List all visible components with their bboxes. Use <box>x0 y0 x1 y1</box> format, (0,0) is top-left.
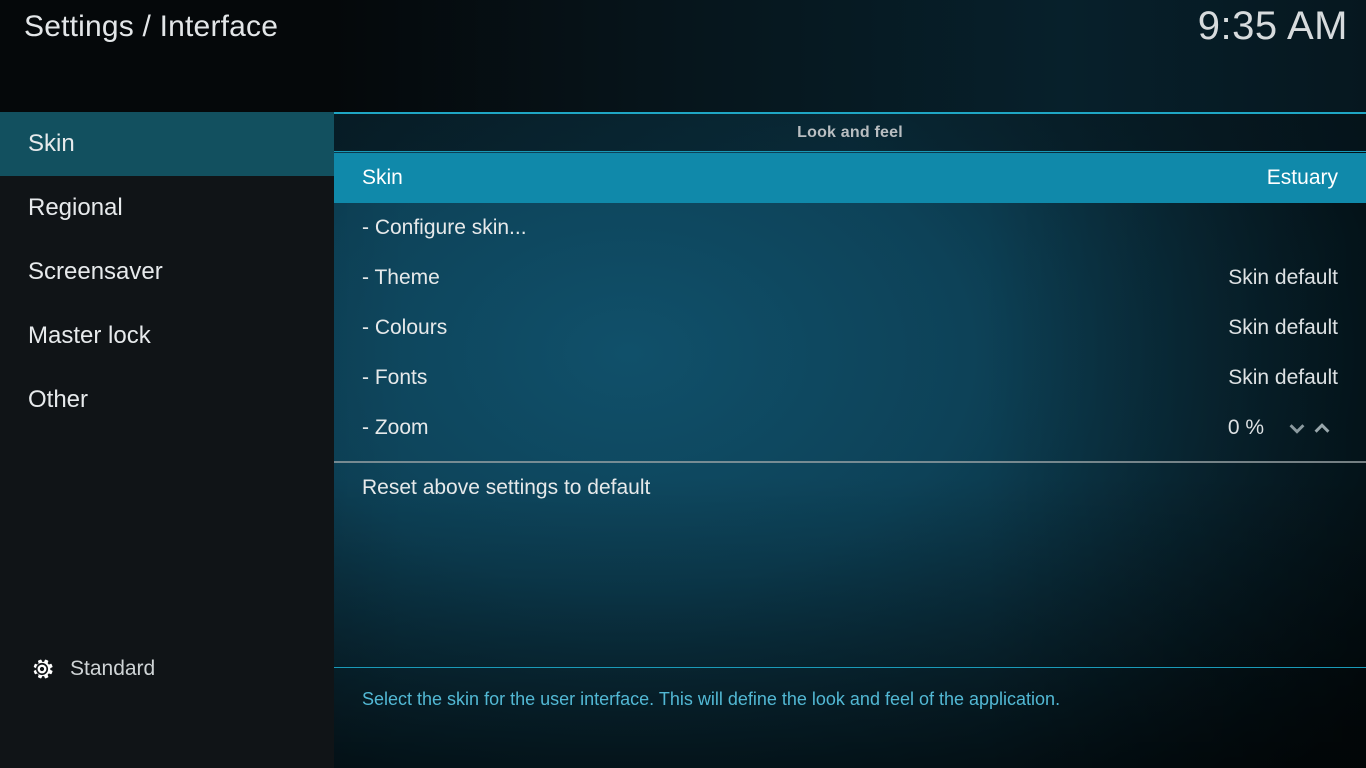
help-divider <box>334 667 1366 668</box>
sidebar-item-regional[interactable]: Regional <box>0 176 334 240</box>
zoom-spinner <box>1286 417 1338 439</box>
setting-label: - Configure skin... <box>362 216 527 239</box>
setting-value: Skin default <box>1228 266 1338 289</box>
setting-row-colours[interactable]: - Colours Skin default <box>334 303 1366 353</box>
kodi-settings-window: Settings / Interface 9:35 AM Skin Region… <box>0 0 1366 768</box>
sidebar-item-label: Master lock <box>28 322 151 349</box>
settings-group-header: Look and feel <box>334 114 1366 151</box>
setting-value: Skin default <box>1228 366 1338 389</box>
setting-label: - Fonts <box>362 366 428 389</box>
setting-value: 0 % <box>1227 416 1264 439</box>
setting-row-zoom[interactable]: - Zoom 0 % <box>334 403 1366 453</box>
sidebar-item-label: Skin <box>28 130 75 157</box>
settings-level-button[interactable]: Standard <box>0 648 334 690</box>
sidebar-item-label: Other <box>28 386 89 413</box>
reset-settings-row[interactable]: Reset above settings to default <box>334 463 1366 513</box>
setting-label: - Zoom <box>362 416 429 439</box>
setting-row-theme[interactable]: - Theme Skin default <box>334 253 1366 303</box>
setting-value: Skin default <box>1228 316 1338 339</box>
gear-icon <box>28 655 56 683</box>
setting-row-configure-skin[interactable]: - Configure skin... <box>334 203 1366 253</box>
setting-description: Select the skin for the user interface. … <box>362 689 1061 709</box>
clock: 9:35 AM <box>1197 4 1348 48</box>
setting-row-fonts[interactable]: - Fonts Skin default <box>334 353 1366 403</box>
sidebar-item-skin[interactable]: Skin <box>0 112 334 176</box>
page-title: Settings / Interface <box>24 10 279 43</box>
settings-panel: Look and feel Skin Estuary - Configure s… <box>334 112 1366 768</box>
group-header-divider <box>334 151 1366 152</box>
chevron-up-icon[interactable] <box>1311 417 1333 439</box>
settings-list: Skin Estuary - Configure skin... - Theme… <box>334 153 1366 453</box>
setting-value: Estuary <box>1266 166 1338 189</box>
sidebar-item-label: Screensaver <box>28 258 163 285</box>
sidebar: Skin Regional Screensaver Master lock Ot… <box>0 112 334 768</box>
top-bar: Settings / Interface 9:35 AM <box>0 0 1366 112</box>
setting-label: - Colours <box>362 316 448 339</box>
sidebar-item-screensaver[interactable]: Screensaver <box>0 240 334 304</box>
setting-label: Skin <box>362 166 403 189</box>
sidebar-item-other[interactable]: Other <box>0 368 334 432</box>
setting-label: - Theme <box>362 266 440 289</box>
sidebar-item-master-lock[interactable]: Master lock <box>0 304 334 368</box>
reset-settings-label: Reset above settings to default <box>362 476 651 499</box>
chevron-down-icon[interactable] <box>1286 417 1308 439</box>
sidebar-item-label: Regional <box>28 194 123 221</box>
setting-row-skin[interactable]: Skin Estuary <box>334 153 1366 203</box>
settings-level-label: Standard <box>70 657 156 680</box>
